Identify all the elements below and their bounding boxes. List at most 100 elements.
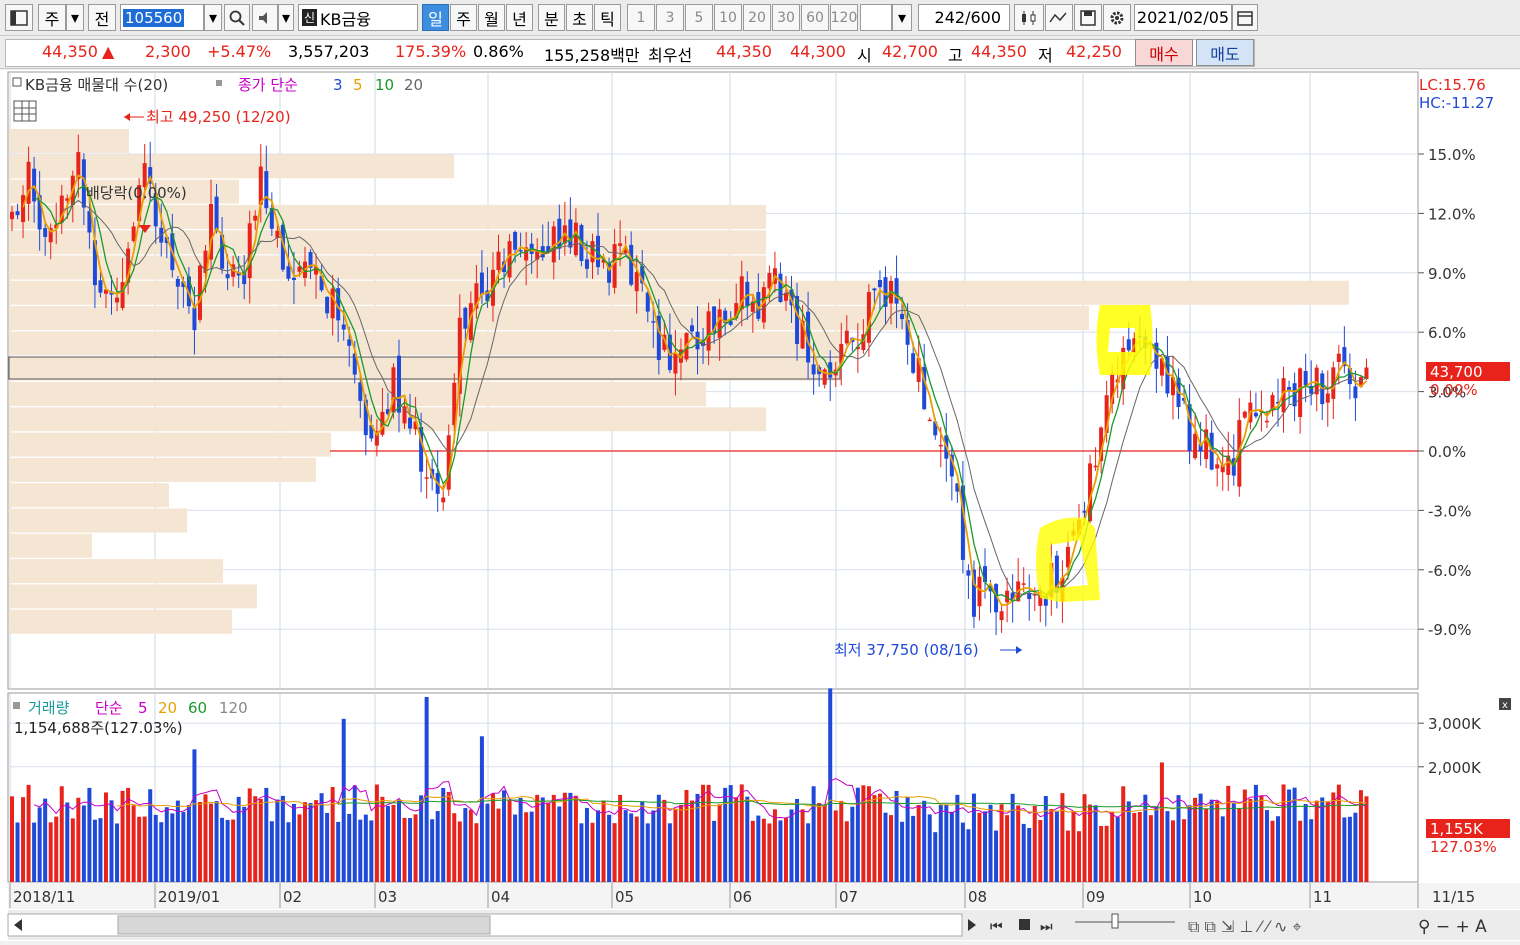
volume-bar (330, 787, 335, 882)
stock-chart[interactable]: 15.0%12.0%9.0%6.0%3.0%0.0%-3.0%-6.0%-9.0… (0, 70, 1520, 941)
volume-bar (126, 787, 131, 882)
tool-icons[interactable]: ⧉ ⧉ ⇲ ⊥ ⁄ ⁄ ∿ ⌖ (1188, 917, 1302, 936)
volume-bar (1220, 816, 1225, 882)
save-icon[interactable] (1074, 4, 1102, 31)
volume-bar (1187, 805, 1192, 882)
volume-bar (479, 736, 484, 882)
candle-body (192, 307, 197, 331)
volume-bar (457, 821, 462, 882)
volume-bar (10, 796, 14, 882)
scroll-thumb[interactable] (117, 915, 491, 935)
buy-button[interactable]: 매수 (1135, 39, 1193, 66)
fast-forward-icon[interactable]: ⏭ (1040, 919, 1053, 935)
volume-bar (983, 811, 988, 882)
candle-body (844, 330, 849, 344)
candle-body (98, 280, 103, 293)
volume-bar (745, 796, 750, 882)
speaker-dropdown-icon[interactable]: ▾ (278, 4, 294, 31)
new-badge: 신 (302, 9, 318, 26)
volume-bar (485, 803, 490, 882)
chart-window-icon[interactable] (5, 4, 33, 31)
count-field[interactable]: 242/600 (918, 4, 1010, 31)
candle-body (291, 277, 296, 281)
candle-body (43, 228, 48, 237)
stop-icon[interactable] (1019, 919, 1030, 930)
market-tab[interactable]: 주 (38, 4, 66, 31)
volume-bar (850, 806, 855, 882)
interval-5[interactable]: 5 (685, 4, 713, 31)
volume-bar (1182, 819, 1187, 882)
date-field[interactable]: 2021/02/05 (1134, 4, 1232, 31)
intraday-second-tab[interactable]: 초 (566, 4, 593, 31)
low-price: 42,250 (1066, 42, 1122, 61)
stock-name-field[interactable]: 신 KB금융 (298, 4, 418, 31)
volume-bar (673, 808, 678, 882)
candle-body (938, 444, 943, 447)
period-month-tab[interactable]: 월 (478, 4, 505, 31)
ma-period-5: 5 (353, 76, 363, 94)
zoom-tools[interactable]: ⚲ − + A (1418, 917, 1487, 937)
volume-bar (1054, 811, 1059, 882)
interval-3[interactable]: 3 (656, 4, 684, 31)
volume-bar (596, 810, 601, 882)
stock-code-input[interactable]: 105560 (120, 4, 204, 31)
stock-name: KB금융 (320, 9, 371, 29)
candle-type-icon[interactable] (1014, 4, 1044, 31)
volume-bar (778, 820, 783, 882)
volume-bar (115, 823, 120, 882)
candle-body (253, 215, 258, 221)
sell-button[interactable]: 매도 (1196, 39, 1254, 66)
volume-bar (1226, 785, 1231, 882)
period-day-tab[interactable]: 일 (422, 4, 449, 31)
line-compare-icon[interactable] (1045, 4, 1073, 31)
volume-ratio: 175.39% (395, 42, 467, 61)
volume-bar (1231, 802, 1236, 882)
volume-bar (1154, 806, 1159, 882)
interval-120[interactable]: 120 (830, 4, 858, 31)
intraday-tick-tab[interactable]: 틱 (594, 4, 621, 31)
volume-bar (236, 796, 241, 882)
candle-body (513, 231, 518, 250)
profile-band (9, 533, 92, 558)
volume-bar (54, 816, 59, 882)
volume-bar (551, 794, 556, 882)
period-year-tab[interactable]: 년 (506, 4, 533, 31)
volume-bar (640, 801, 645, 882)
interval-20[interactable]: 20 (743, 4, 771, 31)
prev-button[interactable]: 전 (88, 4, 116, 31)
volume-bar (192, 749, 197, 882)
volume-bar (579, 823, 584, 882)
volume-bar (203, 794, 208, 882)
volume-bar (258, 798, 263, 882)
volume-bar (1049, 809, 1054, 882)
calendar-icon[interactable] (1232, 4, 1258, 31)
candle-body (584, 259, 589, 269)
gear-icon[interactable] (1103, 4, 1131, 31)
zoom-slider-handle[interactable] (1111, 913, 1119, 929)
speaker-icon[interactable] (252, 4, 278, 31)
volume-bar (750, 820, 755, 882)
interval-30[interactable]: 30 (772, 4, 800, 31)
custom-interval-input[interactable] (860, 4, 892, 31)
volume-bar (800, 809, 805, 882)
search-icon[interactable] (224, 4, 250, 31)
volume-bar (1298, 820, 1303, 882)
profile-band (9, 204, 766, 229)
interval-1[interactable]: 1 (627, 4, 655, 31)
table-toggle-icon[interactable] (13, 100, 37, 122)
custom-interval-dropdown-icon[interactable]: ▾ (892, 4, 912, 31)
period-week-tab[interactable]: 주 (450, 4, 477, 31)
chart-area[interactable]: 15.0% 12.0% 9.0% 6.0% 3.0% 0.0% -3.0% -6.0% -9.0… (0, 70, 1520, 941)
volume-tick-label: 3,000K (1428, 715, 1482, 733)
market-dropdown-icon[interactable]: ▾ (66, 4, 84, 31)
profile-band (9, 508, 187, 533)
volume-bar (380, 796, 385, 882)
interval-60[interactable]: 60 (801, 4, 829, 31)
intraday-minute-tab[interactable]: 분 (538, 4, 565, 31)
code-dropdown-icon[interactable]: ▾ (204, 4, 222, 31)
interval-10[interactable]: 10 (714, 4, 742, 31)
rewind-icon[interactable]: ⏮ (990, 919, 1003, 935)
volume-bar (1110, 811, 1115, 882)
volume-bar (1347, 816, 1352, 882)
candle-body (1215, 464, 1220, 469)
